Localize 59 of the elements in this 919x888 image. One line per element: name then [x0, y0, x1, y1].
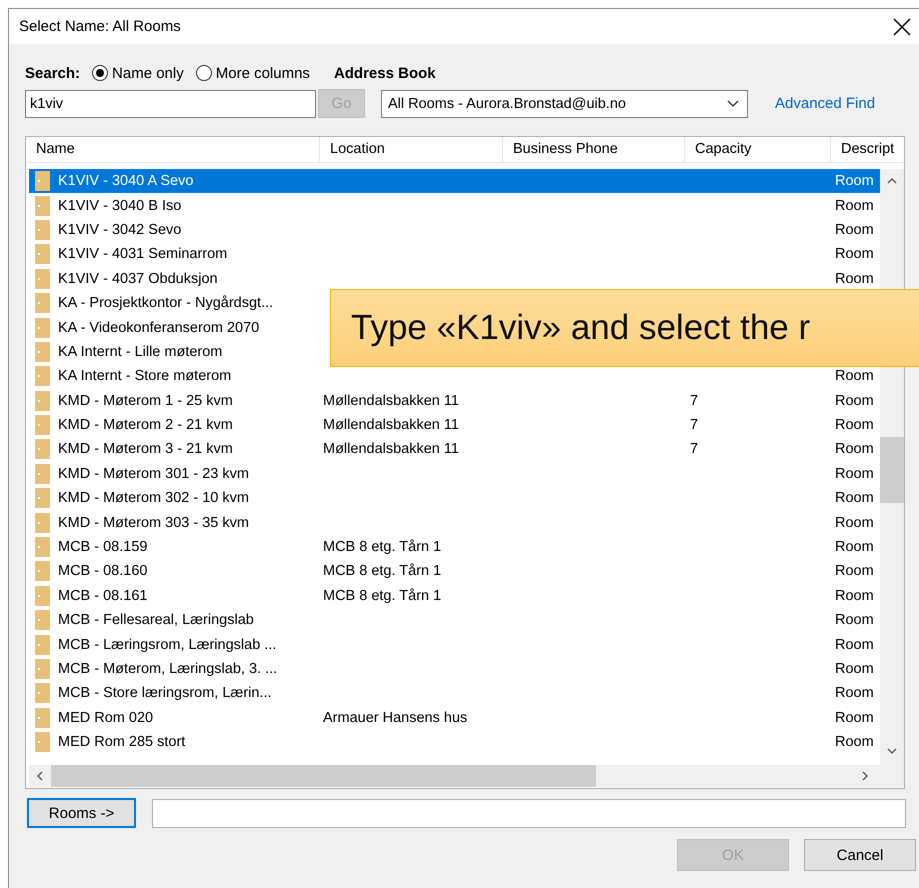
room-description: Room — [835, 539, 874, 556]
room-description: Room — [835, 198, 874, 214]
room-name: MCB - Læringsrom, Læringslab ... — [58, 636, 276, 653]
room-description: Room — [835, 441, 874, 458]
room-name: MCB - Fellesareal, Læringslab — [58, 612, 254, 628]
room-name: K1VIV - 3042 Sevo — [58, 222, 182, 238]
room-description: Room — [835, 685, 874, 702]
address-book-label: Address Book — [334, 64, 436, 82]
room-description: Room — [835, 270, 874, 287]
room-description: Room — [835, 417, 874, 434]
room-name: MED Rom 020 — [58, 710, 154, 726]
room-location: MCB 8 etg. Tårn 1 — [323, 539, 442, 556]
callout-text: Type «K1viv» and select the r — [351, 308, 810, 348]
room-description: Room — [835, 514, 874, 531]
room-name: KMD - Møterom 301 - 23 kvm — [58, 466, 249, 482]
room-location: Armauer Hansens hus — [323, 710, 468, 726]
window-title: Select Name: All Rooms — [19, 18, 181, 35]
room-location: Møllendalsbakken 11 — [323, 392, 459, 409]
room-description: Room — [835, 222, 874, 238]
room-name: KMD - Møterom 2 - 21 kvm — [58, 417, 233, 434]
search-label: Search: — [25, 64, 80, 82]
room-name: KMD - Møterom 302 - 10 kvm — [58, 490, 249, 506]
room-name: KA Internt - Lille møterom — [58, 344, 222, 360]
room-description: Room — [835, 563, 874, 580]
room-name: KA Internt - Store møterom — [58, 368, 232, 384]
room-location: Møllendalsbakken 11 — [323, 417, 459, 434]
room-description: Room — [835, 392, 874, 409]
room-name: K1VIV - 3040 A Sevo — [58, 173, 194, 190]
room-name: MCB - 08.159 — [58, 539, 148, 556]
room-description: Room — [835, 466, 874, 482]
room-name: KA - Videokonferanserom 2070 — [58, 320, 260, 336]
room-name: KA - Prosjektkontor - Nygårdsgt... — [58, 295, 274, 312]
room-capacity: 7 — [690, 392, 698, 409]
room-name: KMD - Møterom 303 - 35 kvm — [58, 514, 249, 531]
room-location: MCB 8 etg. Tårn 1 — [323, 588, 442, 604]
room-name: MCB - Møterom, Læringslab, 3. ... — [58, 661, 278, 677]
room-description: Room — [835, 246, 874, 262]
room-capacity: 7 — [690, 441, 698, 458]
room-name: KMD - Møterom 3 - 21 kvm — [58, 441, 233, 458]
room-description: Room — [835, 636, 874, 653]
room-description: Room — [835, 612, 874, 628]
room-location: Møllendalsbakken 11 — [323, 441, 459, 458]
room-capacity: 7 — [690, 417, 698, 434]
room-name: K1VIV - 3040 B Iso — [58, 198, 182, 214]
room-description: Room — [835, 734, 874, 750]
room-name: MCB - 08.161 — [58, 588, 148, 604]
room-name: MCB - 08.160 — [58, 563, 148, 580]
room-name: K1VIV - 4031 Seminarrom — [58, 246, 228, 262]
room-description: Room — [835, 710, 874, 726]
room-description: Room — [835, 588, 874, 604]
room-name: MCB - Store læringsrom, Lærin... — [58, 685, 272, 702]
room-name: K1VIV - 4037 Obduksjon — [58, 270, 218, 287]
room-description: Room — [835, 490, 874, 506]
room-name: KMD - Møterom 1 - 25 kvm — [58, 392, 233, 409]
room-location: MCB 8 etg. Tårn 1 — [323, 563, 442, 580]
room-description: Room — [835, 173, 874, 190]
room-name: MED Rom 285 stort — [58, 734, 186, 750]
room-description: Room — [835, 661, 874, 677]
room-description: Room — [835, 368, 874, 384]
